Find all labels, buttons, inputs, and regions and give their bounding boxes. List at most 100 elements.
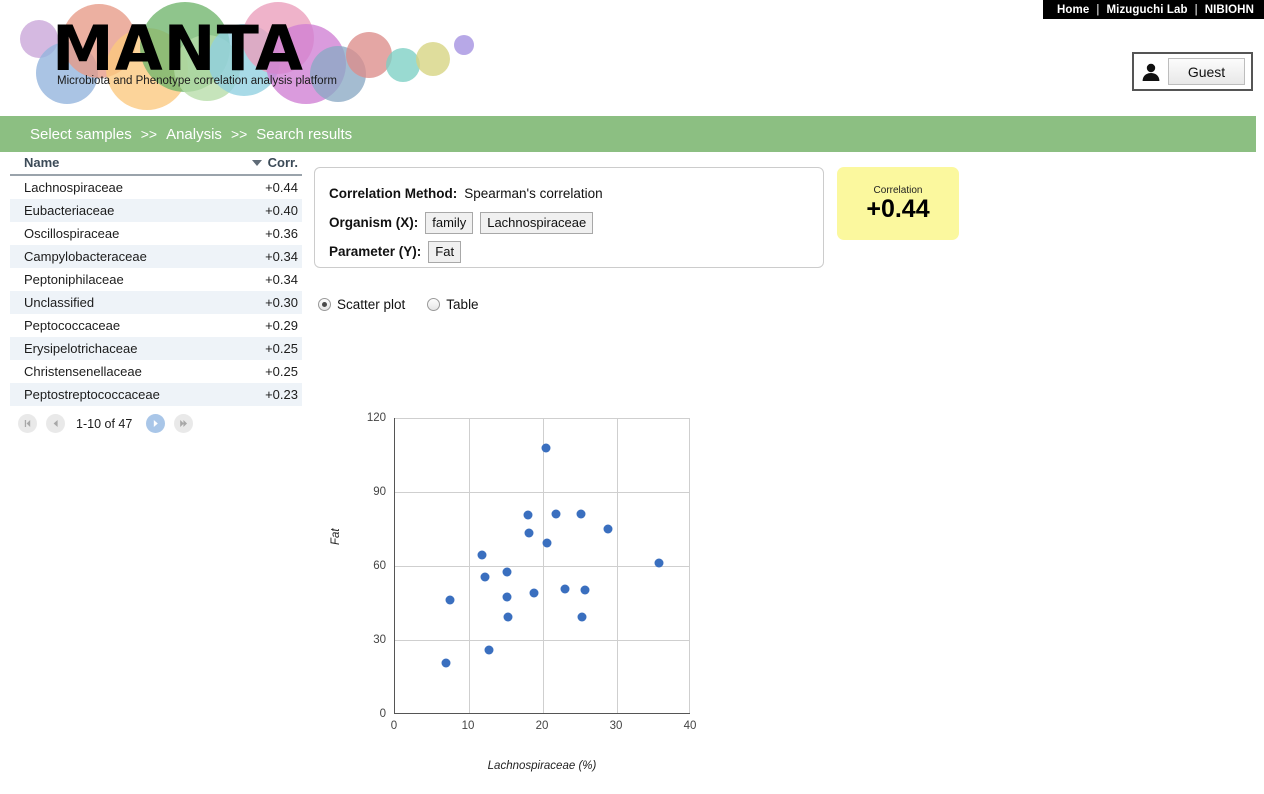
scatter-point[interactable] <box>551 509 561 519</box>
logo-title: MANTA <box>52 12 305 85</box>
scatter-point[interactable] <box>480 572 490 582</box>
guest-button[interactable]: Guest <box>1168 58 1245 85</box>
chart-y-tick-label: 0 <box>379 708 386 720</box>
scatter-point[interactable] <box>441 658 451 668</box>
person-icon <box>1140 62 1162 82</box>
scatter-point[interactable] <box>603 524 613 534</box>
breadcrumb: Select samples >> Analysis >> Search res… <box>0 116 1256 152</box>
breadcrumb-step-select-samples[interactable]: Select samples <box>30 126 132 143</box>
scatter-point[interactable] <box>445 595 455 605</box>
table-row[interactable]: Peptococcaceae +0.29 <box>10 314 302 337</box>
table-row[interactable]: Lachnospiraceae +0.44 <box>10 176 302 199</box>
table-cell-corr: +0.25 <box>265 364 298 379</box>
table-cell-corr: +0.29 <box>265 318 298 333</box>
table-cell-name: Erysipelotrichaceae <box>24 341 138 356</box>
scatter-point[interactable] <box>542 538 552 548</box>
breadcrumb-arrow-icon: >> <box>140 126 158 142</box>
radio-table[interactable]: Table <box>427 297 479 312</box>
logo-bubble <box>454 35 474 55</box>
chart-x-tick-label: 20 <box>535 720 549 732</box>
scatter-point[interactable] <box>503 612 513 622</box>
chart-x-tick-label: 0 <box>390 720 398 732</box>
table-cell-name: Peptostreptococcaceae <box>24 387 160 402</box>
radio-table-indicator[interactable] <box>427 298 441 311</box>
table-row[interactable]: Campylobacteraceae +0.34 <box>10 245 302 268</box>
chart-gridline-horizontal <box>395 640 690 641</box>
parameter-label: Parameter (Y): <box>329 244 422 259</box>
scatter-point[interactable] <box>524 528 534 538</box>
chart-x-tick-label: 40 <box>683 720 697 732</box>
radio-scatter-plot[interactable]: Scatter plot <box>318 297 405 312</box>
parameter-value-chip[interactable]: Fat <box>428 240 462 263</box>
sort-desc-icon <box>251 160 262 166</box>
nav-link-nibiohn[interactable]: NIBIOHN <box>1205 4 1254 16</box>
table-cell-corr: +0.40 <box>265 203 298 218</box>
radio-scatter-plot-label: Scatter plot <box>337 297 406 312</box>
scatter-point[interactable] <box>560 584 570 594</box>
table-body: Lachnospiraceae +0.44 Eubacteriaceae +0.40 O… <box>10 176 302 406</box>
info-row-parameter: Parameter (Y): Fat <box>329 237 823 266</box>
scatter-point[interactable] <box>529 588 539 598</box>
info-row-method: Correlation Method: Spearman's correlati… <box>329 179 823 208</box>
scatter-point[interactable] <box>541 443 551 453</box>
table-cell-corr: +0.25 <box>265 341 298 356</box>
chart-y-tick-label: 120 <box>366 412 386 424</box>
table-cell-corr: +0.34 <box>265 272 298 287</box>
nav-separator: | <box>1194 3 1198 16</box>
scatter-point[interactable] <box>502 592 512 602</box>
chart-gridline-horizontal <box>395 492 690 493</box>
column-header-corr-label: Corr. <box>267 155 298 170</box>
nav-separator: | <box>1096 3 1100 16</box>
chart-x-tick-label: 30 <box>609 720 623 732</box>
table-row[interactable]: Christensenellaceae +0.25 <box>10 360 302 383</box>
organism-rank-chip[interactable]: family <box>425 211 474 234</box>
scatter-plot: Fat 0 30 60 90 120 0 10 20 30 40 Lachnospiraceae… <box>330 405 730 785</box>
account-box: Guest <box>1132 52 1253 91</box>
chart-plot-area <box>394 418 690 714</box>
nav-link-home[interactable]: Home <box>1057 4 1089 16</box>
table-row[interactable]: Unclassified +0.30 <box>10 291 302 314</box>
scatter-point[interactable] <box>577 612 587 622</box>
breadcrumb-step-search-results[interactable]: Search results <box>256 126 352 143</box>
table-cell-name: Christensenellaceae <box>24 364 142 379</box>
chart-gridline-horizontal <box>395 418 690 419</box>
column-header-name[interactable]: Name <box>10 155 210 170</box>
chart-y-tick-label: 60 <box>373 560 386 572</box>
organism-name-chip[interactable]: Lachnospiraceae <box>480 211 594 234</box>
next-page-icon[interactable] <box>146 414 166 433</box>
chart-x-tick-label: 10 <box>461 720 475 732</box>
table-cell-corr: +0.44 <box>265 180 298 195</box>
table-cell-corr: +0.36 <box>265 226 298 241</box>
table-cell-name: Unclassified <box>24 295 95 310</box>
correlation-card: Correlation +0.44 <box>837 167 959 240</box>
scatter-point[interactable] <box>477 550 487 560</box>
radio-scatter-plot-indicator[interactable] <box>318 298 331 311</box>
nav-link-mizuguchi-lab[interactable]: Mizuguchi Lab <box>1106 4 1187 16</box>
scatter-point[interactable] <box>654 558 664 568</box>
site-logo[interactable]: MANTA Microbiota and Phenotype correlati… <box>14 2 494 110</box>
scatter-point[interactable] <box>576 509 586 519</box>
view-toggle: Scatter plot Table <box>318 297 501 312</box>
scatter-point[interactable] <box>580 585 590 595</box>
table-row[interactable]: Oscillospiraceae +0.36 <box>10 222 302 245</box>
first-page-icon[interactable] <box>18 414 37 433</box>
scatter-point[interactable] <box>502 567 512 577</box>
table-cell-name: Peptococcaceae <box>24 318 121 333</box>
column-header-corr[interactable]: Corr. <box>210 155 302 170</box>
prev-page-icon[interactable] <box>46 414 65 433</box>
scatter-point[interactable] <box>484 645 494 655</box>
table-row[interactable]: Eubacteriaceae +0.40 <box>10 199 302 222</box>
table-row[interactable]: Peptoniphilaceae +0.34 <box>10 268 302 291</box>
info-row-organism: Organism (X): family Lachnospiraceae <box>329 208 823 237</box>
logo-bubble <box>386 48 420 82</box>
breadcrumb-step-analysis[interactable]: Analysis <box>166 126 222 143</box>
last-page-icon[interactable] <box>174 414 194 433</box>
logo-bubble <box>416 42 450 76</box>
organism-label: Organism (X): <box>329 215 419 230</box>
table-row[interactable]: Erysipelotrichaceae +0.25 <box>10 337 302 360</box>
table-cell-corr: +0.34 <box>265 249 298 264</box>
table-row[interactable]: Peptostreptococcaceae +0.23 <box>10 383 302 406</box>
table-cell-corr: +0.23 <box>265 387 298 402</box>
table-cell-name: Peptoniphilaceae <box>24 272 124 287</box>
scatter-point[interactable] <box>523 510 533 520</box>
